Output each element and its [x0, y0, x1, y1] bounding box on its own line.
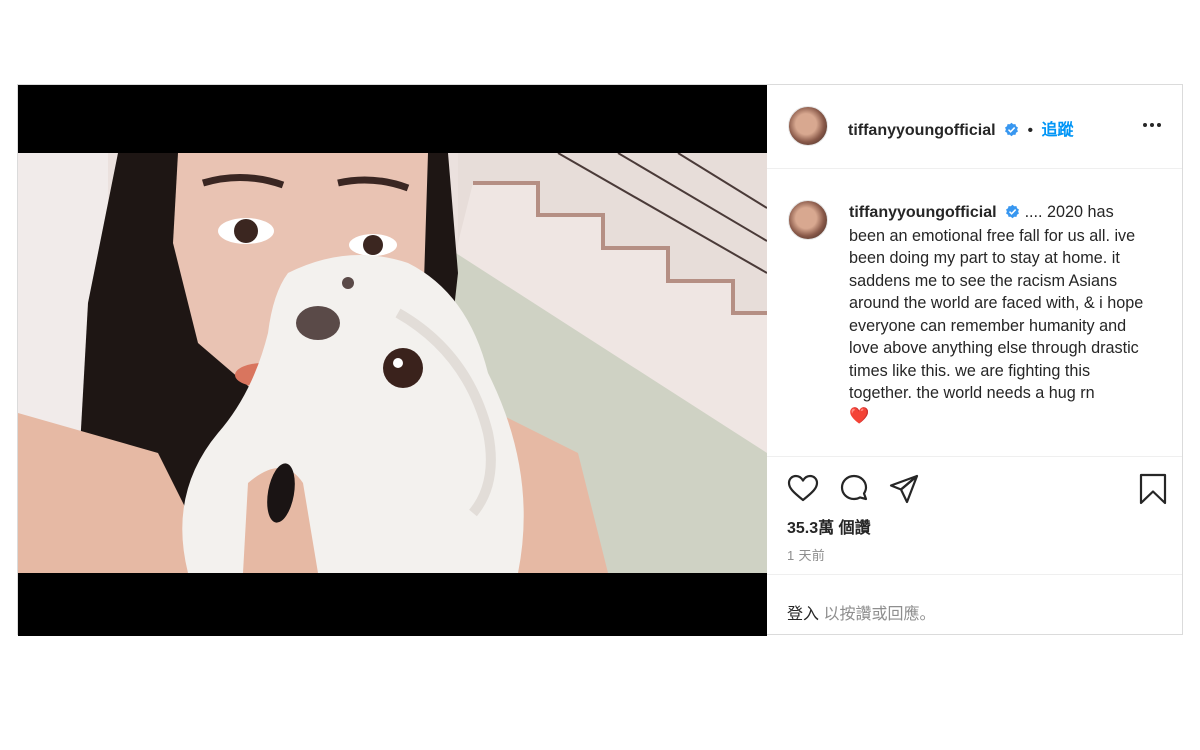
post-actions — [767, 471, 1182, 507]
separator-dot: • — [1027, 122, 1034, 139]
instagram-post: tiffanyyoungofficial • 追蹤 tiffanyyoungof… — [17, 84, 1183, 636]
caption: tiffanyyoungofficial .... 2020 has been … — [849, 201, 1154, 427]
more-options-icon[interactable] — [1140, 113, 1164, 137]
caption-text: .... 2020 has been an emotional free fal… — [849, 203, 1144, 402]
avatar[interactable] — [788, 106, 828, 146]
photo-illustration — [18, 153, 767, 573]
heart-emoji: ❤️ — [849, 406, 870, 425]
paper-plane-icon[interactable] — [888, 473, 920, 505]
login-prompt: 登入 以按讚或回應。 — [767, 574, 1182, 634]
caption-username[interactable]: tiffanyyoungofficial — [849, 204, 997, 221]
header-user-line: tiffanyyoungofficial • 追蹤 — [848, 116, 1074, 140]
post-media[interactable] — [18, 85, 767, 636]
login-prompt-text: 以按讚或回應。 — [819, 606, 936, 623]
likes-count[interactable]: 35.3萬 個讚 — [787, 514, 871, 538]
post-photo — [18, 153, 767, 573]
bookmark-icon[interactable] — [1137, 473, 1169, 505]
header-username[interactable]: tiffanyyoungofficial — [848, 122, 996, 139]
caption-avatar[interactable] — [788, 200, 828, 240]
comment-bubble-icon[interactable] — [838, 473, 870, 505]
verified-badge-icon — [1005, 122, 1018, 137]
login-link[interactable]: 登入 — [787, 606, 819, 623]
verified-badge-icon — [1006, 204, 1020, 219]
post-side-panel: tiffanyyoungofficial • 追蹤 tiffanyyoungof… — [767, 85, 1182, 634]
follow-button[interactable]: 追蹤 — [1042, 122, 1074, 139]
post-timestamp[interactable]: 1 天前 — [787, 545, 825, 564]
heart-icon[interactable] — [787, 473, 819, 505]
post-header: tiffanyyoungofficial • 追蹤 — [767, 85, 1182, 169]
